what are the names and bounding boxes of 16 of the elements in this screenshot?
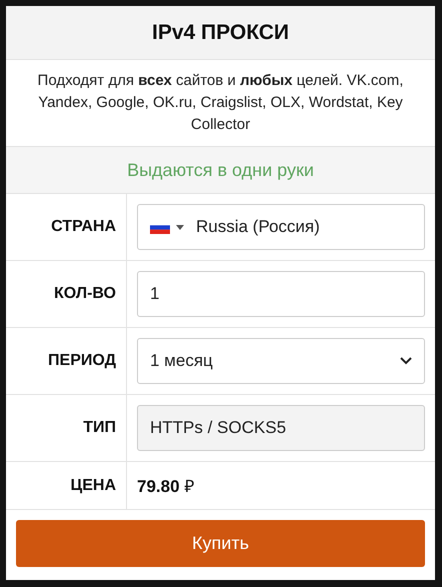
country-select[interactable]: Russia (Россия) [137,204,425,250]
description-text: Подходят для всех сайтов и любых целей. VK.com, Yandex, Google, OK.ru, Craigslist, OLX, Wordstat, Key Collector [36,71,404,135]
field-label: ЦЕНА [70,476,116,494]
caret-icon [176,224,184,230]
field-label: ПЕРИОД [48,352,116,370]
notice-text: Выдаются в одни руки [127,160,314,180]
field-label: СТРАНА [51,218,116,236]
price-value: 79.80 ₽ [137,476,194,497]
field-label: КОЛ-ВО [54,285,116,303]
buy-button[interactable]: Купить [16,520,425,567]
panel-title: IPv4 ПРОКСИ [152,20,289,44]
period-select[interactable]: 1 месяц [137,338,425,384]
chevron-icon [400,357,412,365]
quantity-field[interactable]: 1 [137,271,425,317]
type-field: HTTPs / SOCKS5 [137,405,425,451]
field-label: ТИП [83,419,116,437]
